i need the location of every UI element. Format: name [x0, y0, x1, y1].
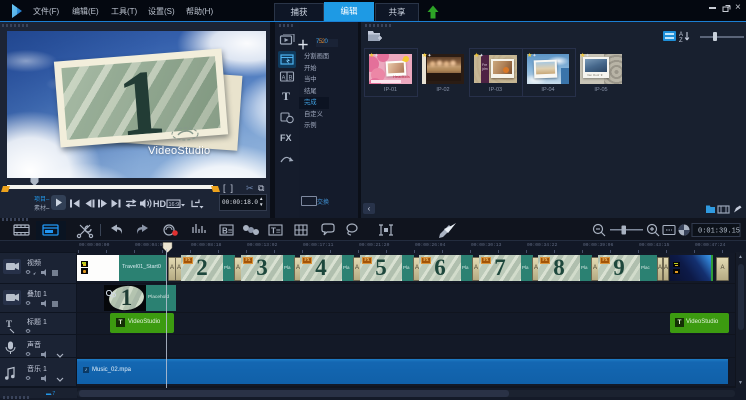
svg-text:A: A: [282, 76, 286, 82]
svg-text:音乐 1: 音乐 1: [27, 364, 47, 373]
svg-text:FX: FX: [280, 133, 292, 143]
svg-text:声音: 声音: [27, 340, 41, 349]
svg-text:T≡: T≡: [271, 227, 281, 236]
svg-text:叠加 1: 叠加 1: [27, 289, 47, 298]
svg-text:Z: Z: [679, 38, 683, 42]
svg-text:T: T: [282, 89, 290, 103]
svg-text:B≡: B≡: [222, 227, 233, 236]
svg-text:B: B: [289, 76, 293, 82]
svg-text:标题 1: 标题 1: [27, 317, 47, 326]
svg-text:视频: 视频: [27, 258, 41, 267]
svg-text:T: T: [6, 319, 12, 329]
svg-text:16:9: 16:9: [169, 202, 180, 208]
svg-text:HD: HD: [153, 199, 166, 209]
svg-text:0:01:39.15: 0:01:39.15: [698, 228, 740, 236]
